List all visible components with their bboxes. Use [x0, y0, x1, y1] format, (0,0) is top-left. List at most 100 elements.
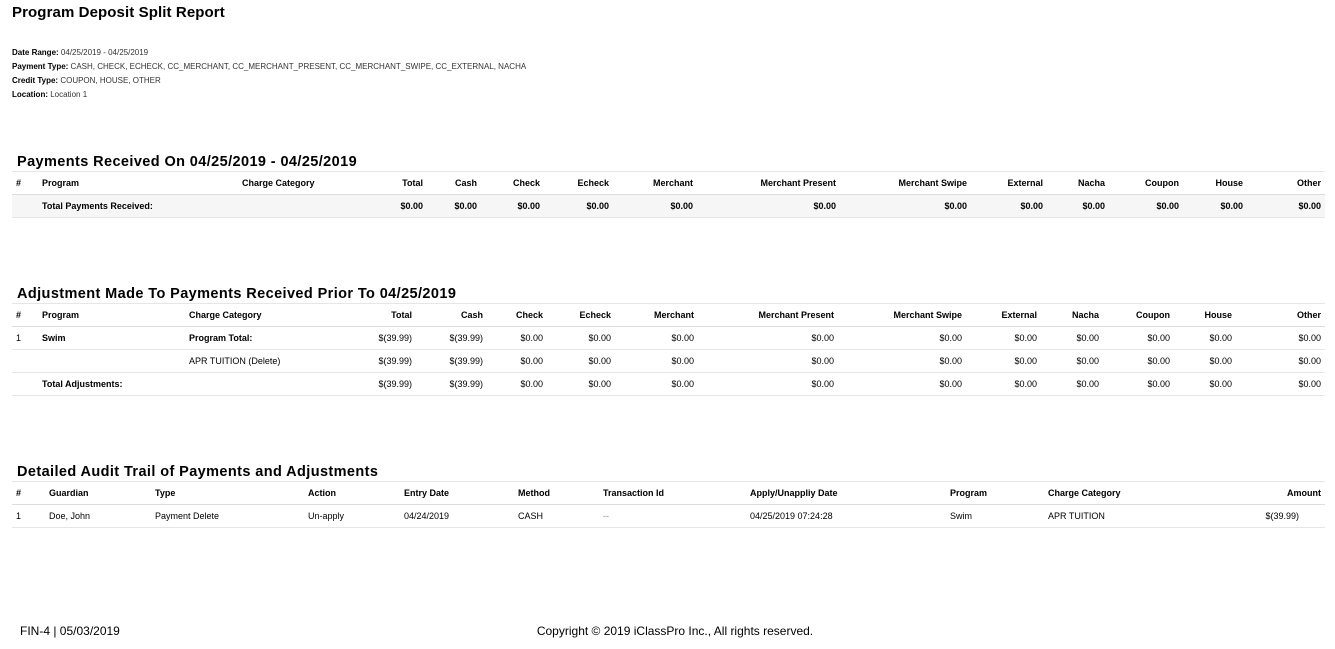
col-type: Type [151, 481, 304, 505]
adjustments-total-value: $0.00 [1041, 372, 1103, 396]
col-coupon: Coupon [1109, 171, 1183, 195]
row-program: Swim [946, 504, 1044, 528]
row-value: $0.00 [615, 349, 698, 373]
col-cash: Cash [427, 171, 481, 195]
col-transaction-id: Transaction Id [599, 481, 746, 505]
col-merchant-swipe: Merchant Swipe [838, 303, 966, 327]
col-entry-date: Entry Date [400, 481, 514, 505]
adjustments-total-label: Total Adjustments: [38, 372, 330, 396]
col-number: # [12, 171, 38, 195]
col-program: Program [946, 481, 1044, 505]
adjustments-total-value: $(39.99) [416, 372, 487, 396]
payments-table: # Program Charge Category Total Cash Che… [12, 171, 1325, 218]
adjustments-header-row: # Program Charge Category Total Cash Che… [12, 303, 1325, 327]
row-charge-category: APR TUITION [1044, 504, 1222, 528]
adjustments-total-value: $0.00 [1236, 372, 1325, 396]
filter-payment-type: Payment Type: CASH, CHECK, ECHECK, CC_ME… [12, 62, 527, 71]
col-check: Check [481, 171, 544, 195]
row-number [12, 349, 38, 373]
col-other: Other [1236, 303, 1325, 327]
row-value: $0.00 [487, 349, 547, 373]
adjustments-total-value: $0.00 [487, 372, 547, 396]
col-charge-category: Charge Category [238, 171, 353, 195]
row-charge-category: APR TUITION (Delete) [185, 349, 330, 373]
payments-total-value: $0.00 [1247, 194, 1325, 218]
adjustments-total-value: $0.00 [1174, 372, 1236, 396]
col-program: Program [38, 171, 238, 195]
row-apply-date: 04/25/2019 07:24:28 [746, 504, 946, 528]
row-value: $0.00 [1236, 349, 1325, 373]
row-value: $(39.99) [330, 349, 416, 373]
row-value: $0.00 [838, 349, 966, 373]
adjustments-table: # Program Charge Category Total Cash Che… [12, 303, 1325, 396]
payments-total-value: $0.00 [971, 194, 1047, 218]
adjustments-total-value: $0.00 [547, 372, 615, 396]
row-value: $0.00 [1041, 326, 1103, 350]
col-program: Program [38, 303, 185, 327]
row-value: $0.00 [966, 349, 1041, 373]
col-external: External [966, 303, 1041, 327]
adjustments-heading: Adjustment Made To Payments Received Pri… [17, 286, 457, 302]
audit-table: # Guardian Type Action Entry Date Method… [12, 481, 1325, 528]
col-method: Method [514, 481, 599, 505]
col-echeck: Echeck [544, 171, 613, 195]
audit-header-row: # Guardian Type Action Entry Date Method… [12, 481, 1325, 505]
row-action: Un-apply [304, 504, 400, 528]
row-program [38, 349, 185, 373]
col-nacha: Nacha [1041, 303, 1103, 327]
table-row: 1 Doe, John Payment Delete Un-apply 04/2… [12, 504, 1325, 528]
payments-total-value: $0.00 [840, 194, 971, 218]
adjustments-total-value: $0.00 [838, 372, 966, 396]
row-program: Swim [38, 326, 185, 350]
adjustments-section: Adjustment Made To Payments Received Pri… [12, 285, 1325, 396]
row-method: CASH [514, 504, 599, 528]
row-value: $(39.99) [330, 326, 416, 350]
col-total: Total [330, 303, 416, 327]
col-apply-date: Apply/Unappliy Date [746, 481, 946, 505]
col-total: Total [353, 171, 427, 195]
adjustments-total-value: $(39.99) [330, 372, 416, 396]
row-value: $0.00 [615, 326, 698, 350]
row-value: $0.00 [1174, 326, 1236, 350]
col-house: House [1174, 303, 1236, 327]
row-value: $0.00 [698, 349, 838, 373]
col-action: Action [304, 481, 400, 505]
row-type: Payment Delete [151, 504, 304, 528]
col-nacha: Nacha [1047, 171, 1109, 195]
row-transaction-id: -- [599, 504, 746, 528]
col-external: External [971, 171, 1047, 195]
payments-total-value: $0.00 [1183, 194, 1247, 218]
col-coupon: Coupon [1103, 303, 1174, 327]
col-other: Other [1247, 171, 1325, 195]
row-value: $0.00 [966, 326, 1041, 350]
adjustments-total-value: $0.00 [1103, 372, 1174, 396]
row-value: $0.00 [547, 349, 615, 373]
col-check: Check [487, 303, 547, 327]
row-value: $(39.99) [416, 326, 487, 350]
payments-section: Payments Received On 04/25/2019 - 04/25/… [12, 153, 1325, 218]
col-charge-category: Charge Category [185, 303, 330, 327]
row-value: $0.00 [487, 326, 547, 350]
payments-total-row: Total Payments Received: $0.00 $0.00 $0.… [12, 194, 1325, 218]
adjustments-total-value: $0.00 [615, 372, 698, 396]
col-merchant: Merchant [615, 303, 698, 327]
payments-total-value: $0.00 [353, 194, 427, 218]
filter-date-range: Date Range: 04/25/2019 - 04/25/2019 [12, 48, 149, 57]
payments-total-value: $0.00 [544, 194, 613, 218]
adjustments-total-row: Total Adjustments: $(39.99) $(39.99) $0.… [12, 372, 1325, 396]
report-title: Program Deposit Split Report [12, 4, 225, 21]
payments-total-value: $0.00 [481, 194, 544, 218]
filter-location: Location: Location 1 [12, 90, 88, 99]
payments-heading: Payments Received On 04/25/2019 - 04/25/… [17, 154, 358, 170]
row-value: $0.00 [547, 326, 615, 350]
row-value: $0.00 [1103, 326, 1174, 350]
col-number: # [12, 303, 38, 327]
col-merchant-present: Merchant Present [697, 171, 840, 195]
col-charge-category: Charge Category [1044, 481, 1222, 505]
filter-credit-type: Credit Type: COUPON, HOUSE, OTHER [12, 76, 161, 85]
payments-header-row: # Program Charge Category Total Cash Che… [12, 171, 1325, 195]
row-value: $(39.99) [416, 349, 487, 373]
row-number: 1 [12, 504, 45, 528]
report-filters: Date Range: 04/25/2019 - 04/25/2019 Paym… [12, 46, 526, 102]
table-row: 1 Swim Program Total: $(39.99) $(39.99) … [12, 326, 1325, 350]
